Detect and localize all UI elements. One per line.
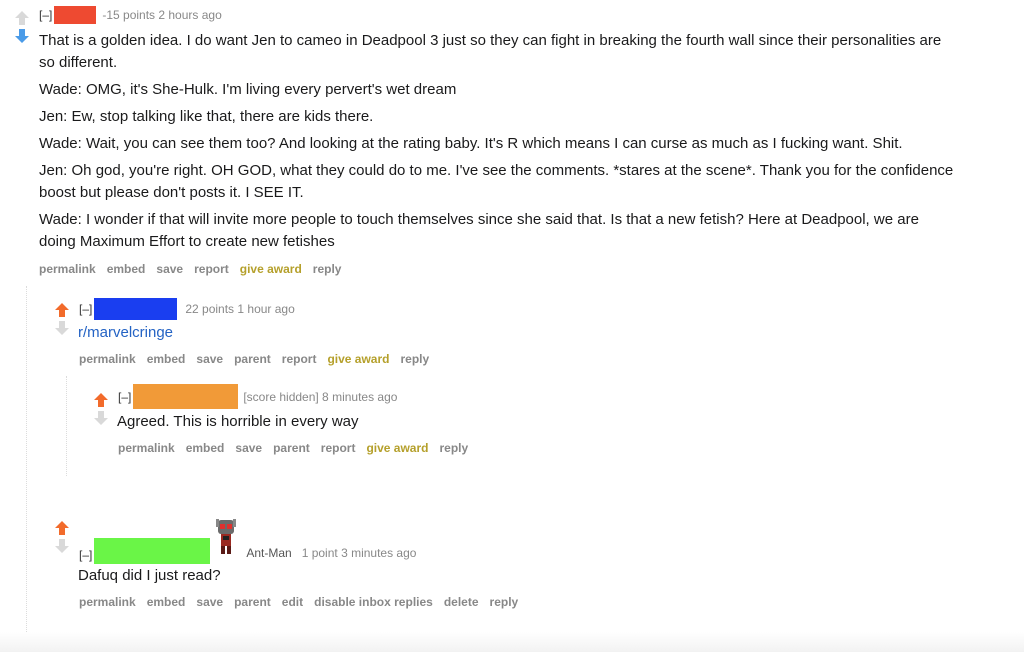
save-button[interactable]: save	[196, 595, 223, 609]
disable-inbox-replies-button[interactable]: disable inbox replies	[314, 595, 433, 609]
embed-button[interactable]: embed	[147, 595, 186, 609]
collapse-toggle[interactable]: [–]	[79, 302, 92, 316]
comment-actions: permalink embed save parent report give …	[118, 441, 468, 455]
reply-button[interactable]: reply	[400, 352, 429, 366]
upvote-arrow-icon[interactable]	[54, 302, 70, 318]
downvote-arrow-icon[interactable]	[54, 538, 70, 554]
comment-paragraph: Wade: I wonder if that will invite more …	[39, 211, 919, 250]
report-button[interactable]: report	[194, 262, 229, 276]
permalink-button[interactable]: permalink	[118, 441, 175, 455]
save-button[interactable]: save	[196, 352, 223, 366]
comment-meta: 1 point 3 minutes ago	[301, 546, 417, 560]
vote-arrows	[93, 392, 109, 426]
upvote-arrow-icon[interactable]	[93, 392, 109, 408]
redacted-username[interactable]	[133, 384, 239, 409]
comment-meta: -15 points 2 hours ago	[102, 8, 222, 22]
comment-tagline: [–] [score hidden] 8 minutes ago	[118, 384, 397, 409]
comment-text: Dafuq did I just read?	[78, 567, 221, 584]
report-button[interactable]: report	[321, 441, 356, 455]
reply-button[interactable]: reply	[490, 595, 519, 609]
page-bottom-shade	[0, 632, 1024, 652]
comment-meta: 22 points 1 hour ago	[185, 302, 295, 316]
give-award-button[interactable]: give award	[240, 262, 302, 276]
comment-paragraph: Jen: Oh god, you're right. OH GOD, what …	[39, 162, 954, 201]
reply-button[interactable]: reply	[439, 441, 468, 455]
subreddit-link[interactable]: r/marvelcringe	[78, 324, 173, 341]
upvote-arrow-icon[interactable]	[14, 10, 30, 26]
parent-button[interactable]: parent	[234, 352, 271, 366]
comment-body: Agreed. This is horrible in every way	[117, 411, 359, 433]
comment-actions: permalink embed save parent edit disable…	[79, 595, 518, 609]
redacted-username[interactable]	[54, 6, 97, 24]
vote-arrows	[54, 520, 70, 554]
edit-button[interactable]: edit	[282, 595, 303, 609]
save-button[interactable]: save	[235, 441, 262, 455]
comment-paragraph: Wade: OMG, it's She-Hulk. I'm living eve…	[39, 81, 457, 98]
comment-paragraph: Wade: Wait, you can see them too? And lo…	[39, 135, 903, 152]
report-button[interactable]: report	[282, 352, 317, 366]
comment-meta: [score hidden] 8 minutes ago	[243, 389, 398, 404]
comment-tagline: [–] -15 points 2 hours ago	[39, 6, 222, 24]
ant-man-flair-icon	[216, 519, 237, 554]
embed-button[interactable]: embed	[147, 352, 186, 366]
delete-button[interactable]: delete	[444, 595, 479, 609]
comment-body: r/marvelcringe	[78, 322, 173, 344]
give-award-button[interactable]: give award	[327, 352, 389, 366]
downvote-arrow-icon[interactable]	[14, 28, 30, 44]
thread-line	[66, 376, 67, 476]
collapse-toggle[interactable]: [–]	[39, 8, 52, 22]
downvote-arrow-icon[interactable]	[93, 410, 109, 426]
redacted-username[interactable]	[94, 538, 211, 564]
reply-button[interactable]: reply	[313, 262, 342, 276]
vote-arrows	[14, 10, 30, 44]
save-button[interactable]: save	[156, 262, 183, 276]
embed-button[interactable]: embed	[186, 441, 225, 455]
downvote-arrow-icon[interactable]	[54, 320, 70, 336]
comment-body: Dafuq did I just read?	[78, 565, 221, 587]
give-award-button[interactable]: give award	[366, 441, 428, 455]
parent-button[interactable]: parent	[234, 595, 271, 609]
comment-actions: permalink embed save report give award r…	[39, 262, 341, 276]
comment-tagline: [–] Ant-Man 1 point 3 minutes ago	[79, 518, 416, 564]
vote-arrows	[54, 302, 70, 336]
permalink-button[interactable]: permalink	[79, 595, 136, 609]
comment-text: Agreed. This is horrible in every way	[117, 413, 359, 430]
embed-button[interactable]: embed	[107, 262, 146, 276]
redacted-username[interactable]	[94, 298, 178, 320]
comment-tagline: [–] 22 points 1 hour ago	[79, 298, 295, 320]
collapse-toggle[interactable]: [–]	[118, 390, 131, 404]
permalink-button[interactable]: permalink	[79, 352, 136, 366]
comment-paragraph: That is a golden idea. I do want Jen to …	[39, 32, 942, 71]
comment-actions: permalink embed save parent report give …	[79, 352, 429, 366]
upvote-arrow-icon[interactable]	[54, 520, 70, 536]
user-flair: Ant-Man	[246, 546, 292, 560]
permalink-button[interactable]: permalink	[39, 262, 96, 276]
comment-body: That is a golden idea. I do want Jen to …	[39, 30, 959, 258]
comment-paragraph: Jen: Ew, stop talking like that, there a…	[39, 108, 374, 125]
parent-button[interactable]: parent	[273, 441, 310, 455]
collapse-toggle[interactable]: [–]	[79, 548, 92, 562]
thread-line	[26, 286, 27, 632]
